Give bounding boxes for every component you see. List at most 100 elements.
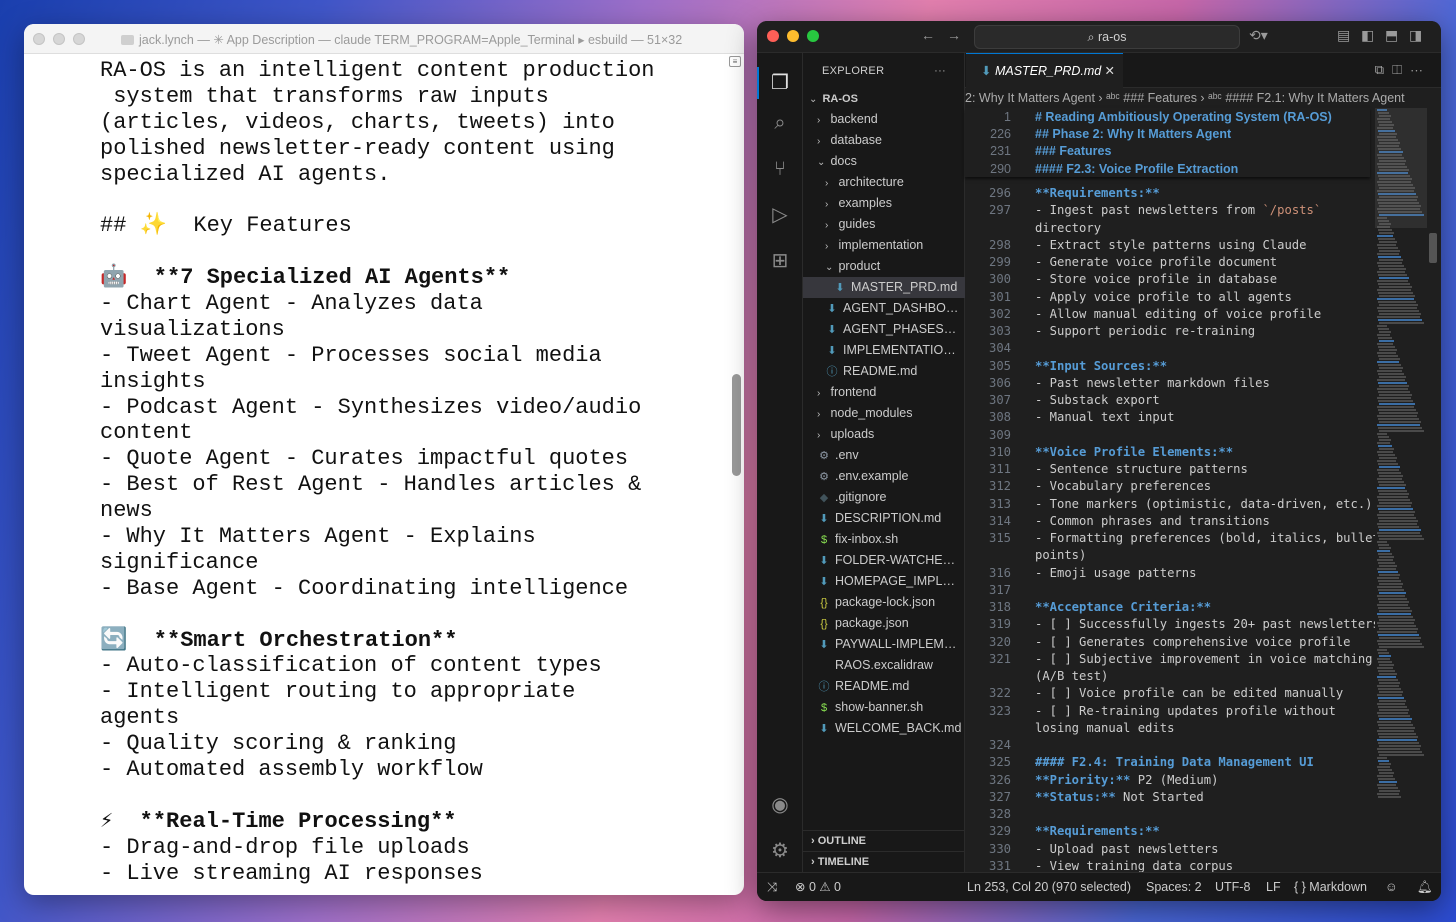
terminal-titlebar[interactable]: jack.lynch — ✳ App Description — claude …: [24, 24, 744, 54]
tab-master-prd[interactable]: ⬇ MASTER_PRD.md ✕: [966, 53, 1123, 88]
notifications-bell-icon[interactable]: 🔔︎: [1417, 873, 1433, 901]
tree-folder[interactable]: ⌄ RA-OS: [803, 88, 965, 109]
minimize-button[interactable]: [53, 33, 65, 45]
minimap-line: [1378, 760, 1389, 762]
toggle-secondary-sidebar-icon[interactable]: ◨: [1409, 27, 1422, 44]
tree-file[interactable]: ⓘ README.md: [803, 361, 965, 382]
editor-scrollbar[interactable]: [1429, 233, 1437, 263]
terminal-window[interactable]: jack.lynch — ✳ App Description — claude …: [24, 24, 744, 895]
minimize-button[interactable]: [787, 30, 799, 42]
terminal-output[interactable]: RA-OS is an intelligent content producti…: [100, 58, 710, 887]
minimap[interactable]: [1375, 108, 1427, 872]
close-tab-icon[interactable]: ✕: [1105, 54, 1115, 88]
tree-file[interactable]: {} package.json: [803, 613, 965, 634]
search-icon[interactable]: ⌕: [768, 111, 792, 135]
copilot-icon[interactable]: ⟲▾: [1249, 27, 1268, 44]
tree-file[interactable]: ◆ .gitignore: [803, 487, 965, 508]
breadcrumb[interactable]: 2: Why It Matters Agent › ᵃᵇᶜ ### Featur…: [965, 88, 1441, 108]
timeline-section[interactable]: › TIMELINE: [803, 851, 965, 872]
split-editor-icon[interactable]: ◫: [1392, 62, 1410, 77]
editor-actions[interactable]: ⧉◫⋯: [1375, 62, 1431, 78]
more-actions-icon[interactable]: ⋯: [1410, 62, 1431, 77]
minimap-line: [1378, 661, 1392, 663]
tree-file[interactable]: ⚙ .env: [803, 445, 965, 466]
tree-folder[interactable]: › backend: [803, 109, 965, 130]
forward-arrow-icon[interactable]: →: [947, 27, 961, 43]
minimap-line: [1377, 559, 1393, 561]
tree-file[interactable]: ⬇ AGENT_DASHBOARD_...: [803, 298, 965, 319]
editor-area[interactable]: ⬇ MASTER_PRD.md ✕ ⧉◫⋯ 2: Why It Matters …: [965, 53, 1441, 873]
source-control-icon[interactable]: ⑂: [768, 157, 792, 181]
tree-folder[interactable]: › implementation: [803, 235, 965, 256]
toggle-sidebar-icon[interactable]: ◧: [1361, 27, 1374, 44]
outline-section[interactable]: › OUTLINE: [803, 830, 965, 851]
tree-folder[interactable]: › architecture: [803, 172, 965, 193]
tree-folder[interactable]: › frontend: [803, 382, 965, 403]
minimap-line: [1378, 355, 1398, 357]
minimap-line: [1377, 316, 1420, 318]
line-number: 330: [988, 841, 1011, 856]
tree-file[interactable]: {} package-lock.json: [803, 592, 965, 613]
tree-item-label: RAOS.excalidraw: [835, 658, 933, 672]
terminal-line: - Tweet Agent - Processes social media: [100, 342, 602, 368]
minimap-line: [1377, 730, 1414, 732]
back-arrow-icon[interactable]: ←: [921, 27, 935, 43]
terminal-line: (articles, videos, charts, tweets) into: [100, 109, 615, 135]
settings-gear-icon[interactable]: ⚙: [768, 839, 792, 863]
tree-file[interactable]: RAOS.excalidraw: [803, 655, 965, 676]
tree-folder[interactable]: ⌄ docs: [803, 151, 965, 172]
tree-folder[interactable]: › guides: [803, 214, 965, 235]
tree-file[interactable]: ⬇ IMPLEMENTATION_...: [803, 340, 965, 361]
run-debug-icon[interactable]: ▷: [768, 203, 792, 227]
tree-folder[interactable]: › examples: [803, 193, 965, 214]
tree-folder[interactable]: ⌄ product: [803, 256, 965, 277]
vscode-window[interactable]: ← → ⌕ ra-os ⟲▾ ▤ ◧ ⬒ ◨ ❐ ⌕ ⑂ ▷ ⊞ ◉ ⚙ EXP…: [757, 21, 1441, 901]
tree-file[interactable]: ⬇ HOMEPAGE_IMPLEM...: [803, 571, 965, 592]
eol-status[interactable]: LF: [1266, 873, 1281, 901]
extensions-icon[interactable]: ⊞: [768, 249, 792, 273]
customize-layout-icon[interactable]: ▤: [1337, 27, 1350, 44]
zoom-button[interactable]: [73, 33, 85, 45]
toggle-panel-icon[interactable]: ⬒: [1385, 27, 1398, 44]
minimap-slider[interactable]: [1375, 108, 1427, 228]
close-button[interactable]: [767, 30, 779, 42]
tree-file[interactable]: $ fix-inbox.sh: [803, 529, 965, 550]
tree-file[interactable]: ⓘ README.md: [803, 676, 965, 697]
tree-folder[interactable]: › uploads: [803, 424, 965, 445]
list-icon[interactable]: ≡: [729, 56, 741, 67]
encoding-status[interactable]: UTF-8: [1215, 873, 1250, 901]
tree-file[interactable]: ⬇ AGENT_PHASES_S...: [803, 319, 965, 340]
minimap-line: [1377, 775, 1393, 777]
zoom-button[interactable]: [807, 30, 819, 42]
open-preview-icon[interactable]: ⧉: [1375, 62, 1392, 77]
language-mode[interactable]: { } Markdown: [1294, 873, 1367, 901]
tree-file[interactable]: ⬇ FOLDER-WATCHER-...: [803, 550, 965, 571]
tree-folder[interactable]: › node_modules: [803, 403, 965, 424]
explorer-icon[interactable]: ❐: [768, 71, 792, 95]
tree-file[interactable]: ⚙ .env.example: [803, 466, 965, 487]
tree-folder[interactable]: › database: [803, 130, 965, 151]
problems-status[interactable]: ⊗ 0 ⚠ 0: [795, 873, 841, 901]
more-actions-icon[interactable]: ···: [934, 53, 946, 89]
account-icon[interactable]: ◉: [768, 793, 792, 817]
cursor-position[interactable]: Ln 253, Col 20 (970 selected): [967, 873, 1131, 901]
minimap-line: [1377, 334, 1390, 336]
md-file-icon: ⬇: [827, 324, 837, 336]
indentation-status[interactable]: Spaces: 2: [1146, 873, 1202, 901]
copilot-status-icon[interactable]: ☺: [1385, 873, 1398, 901]
remote-icon[interactable]: ⤨: [767, 873, 777, 901]
minimap-line: [1377, 757, 1387, 759]
command-center-search[interactable]: ⌕ ra-os: [974, 25, 1240, 49]
tree-file[interactable]: $ show-banner.sh: [803, 697, 965, 718]
tree-file[interactable]: ⬇ MASTER_PRD.md: [803, 277, 965, 298]
tree-file[interactable]: ⬇ PAYWALL-IMPLEME...: [803, 634, 965, 655]
vscode-titlebar[interactable]: ← → ⌕ ra-os ⟲▾ ▤ ◧ ⬒ ◨: [757, 21, 1441, 53]
close-button[interactable]: [33, 33, 45, 45]
chevron-right-icon: ›: [817, 409, 821, 420]
sticky-scroll[interactable]: 1 # Reading Ambitiously Operating System …: [965, 108, 1370, 177]
minimap-line: [1377, 307, 1417, 309]
terminal-scrollbar[interactable]: [732, 374, 741, 476]
tree-file[interactable]: ⬇ DESCRIPTION.md: [803, 508, 965, 529]
minimap-line: [1378, 346, 1395, 348]
tree-file[interactable]: ⬇ WELCOME_BACK.md: [803, 718, 965, 739]
